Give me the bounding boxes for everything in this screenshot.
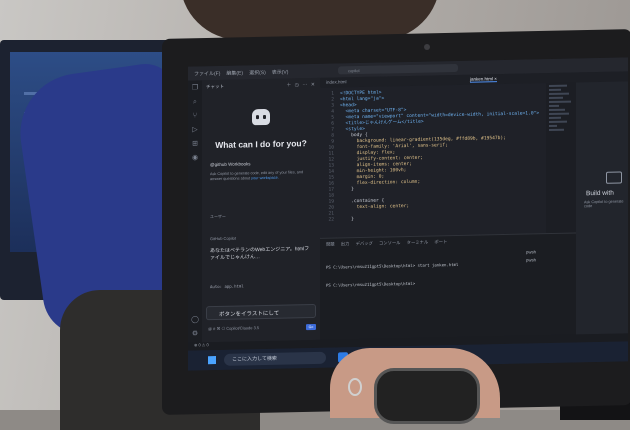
laptop-screen: ファイル(F) 編集(E) 選択(S) 表示(V) copilot ❐ ⌕ ⑂ … (188, 57, 628, 371)
taskbar-search-box[interactable]: ここに入力して検索 (224, 351, 326, 366)
activity-bar: ❐ ⌕ ⑂ ▷ ⊞ ◉ ◯ ⚙ (188, 80, 202, 343)
chat-input-text: ボタンをイラストにして (219, 310, 280, 318)
terminal-line: PS C:\Users\rmsu211gpt5\Desktop\html> (326, 280, 416, 288)
agent-desc-link[interactable]: your workspace. (251, 176, 279, 181)
run-debug-icon[interactable]: ▷ (191, 126, 199, 134)
agent-name[interactable]: @github Workbooks (210, 161, 251, 167)
status-problems[interactable]: ⊗ 0 ⚠ 0 (194, 342, 209, 347)
secondary-side-panel: Build with Ask Copilot to generate code (576, 81, 628, 335)
agent-description: Ask Copilot to generate code, edit any o… (210, 170, 310, 182)
file-reference[interactable]: Auto: app.html (210, 283, 244, 289)
account-icon[interactable]: ◯ (191, 316, 199, 324)
menu-view[interactable]: 表示(V) (272, 68, 289, 75)
code-editor[interactable]: 1 2 3 4 5 6 7 8 9 10 11 12 13 14 15 16 17 18 19 20 21 22 <!DO… (320, 83, 546, 238)
tab-index-html[interactable]: index.html (326, 79, 347, 84)
chat-welcome-title: What can I do for you? (215, 138, 307, 151)
ring (348, 378, 362, 396)
copilot-chat-icon[interactable]: ◉ (191, 154, 199, 162)
copilot-logo-icon (252, 108, 270, 126)
chat-bubble-icon (606, 171, 622, 184)
tab-janken-html[interactable]: janken.html × (470, 76, 497, 83)
wristwatch (374, 368, 480, 424)
panel-tab-terminal[interactable]: ターミナル (407, 240, 428, 245)
search-icon[interactable]: ⌕ (191, 98, 199, 106)
panel-tab-problems[interactable]: 問題 (326, 242, 335, 247)
terminal-line: PS C:\Users\rmsu211gpt5\Desktop\html> st… (326, 261, 459, 270)
windows-start-icon[interactable] (208, 356, 216, 365)
chat-message: あなたはベテランのWebエンジニア。htmlファイルでじゃんけん… (210, 246, 310, 262)
side-panel-title: Build with (586, 189, 614, 198)
user-label: ユーザー (210, 213, 226, 220)
webcam (424, 44, 430, 50)
code-content[interactable]: <!DOCTYPE html> <html lang="ja"> <head> <m… (340, 87, 539, 223)
line-number: 22 (328, 217, 334, 223)
menu-file[interactable]: ファイル(F) (194, 69, 220, 77)
chat-toolbar[interactable]: ＋ ◷ ⋯ ✕ (286, 81, 316, 89)
chat-panel-header: チャット (206, 83, 224, 90)
terminal-session-item[interactable]: pwsh (526, 248, 536, 256)
extensions-icon[interactable]: ⊞ (191, 140, 199, 148)
taskbar-search-placeholder: ここに入力して検索 (232, 355, 277, 363)
side-panel-subtitle: Ask Copilot to generate code (584, 199, 624, 209)
line-numbers: 1 2 3 4 5 6 7 8 9 10 11 12 13 14 15 16 17 18 19 20 21 22 (324, 92, 334, 224)
panel-tab-ports[interactable]: ポート (434, 239, 447, 244)
explorer-icon[interactable]: ❐ (191, 84, 199, 92)
menu-selection[interactable]: 選択(S) (249, 68, 266, 75)
terminal-session-list: pwsh pwsh (526, 248, 536, 264)
copilot-label: GitHub Copilot (210, 235, 237, 242)
source-control-icon[interactable]: ⑂ (191, 112, 199, 120)
chat-input[interactable]: ボタンをイラストにして (206, 303, 316, 321)
menu-edit[interactable]: 編集(E) (226, 69, 243, 76)
panel-tab-debug-console[interactable]: デバッグ コンソール (356, 240, 401, 246)
send-button[interactable]: Go (306, 323, 316, 331)
panel-tabs: 問題 出力 デバッグ コンソール ターミナル ポート (326, 239, 447, 248)
copilot-chat-panel: チャット ＋ ◷ ⋯ ✕ What can I do for you? @git… (202, 77, 321, 343)
command-search-box[interactable]: copilot (338, 63, 458, 75)
minimap[interactable] (546, 82, 576, 234)
terminal-panel: 問題 出力 デバッグ コンソール ターミナル ポート PS C:\Users\r… (320, 232, 576, 341)
terminal-output[interactable]: PS C:\Users\rmsu211gpt5\Desktop\html> st… (326, 250, 458, 301)
chat-input-footer[interactable]: @ # ⌘ ⎔ Copilot/Claude 3.5 (208, 325, 259, 331)
terminal-session-item[interactable]: pwsh (526, 256, 536, 264)
settings-gear-icon[interactable]: ⚙ (191, 330, 199, 338)
command-search-text: copilot (348, 67, 360, 73)
panel-tab-output[interactable]: 出力 (341, 241, 350, 246)
